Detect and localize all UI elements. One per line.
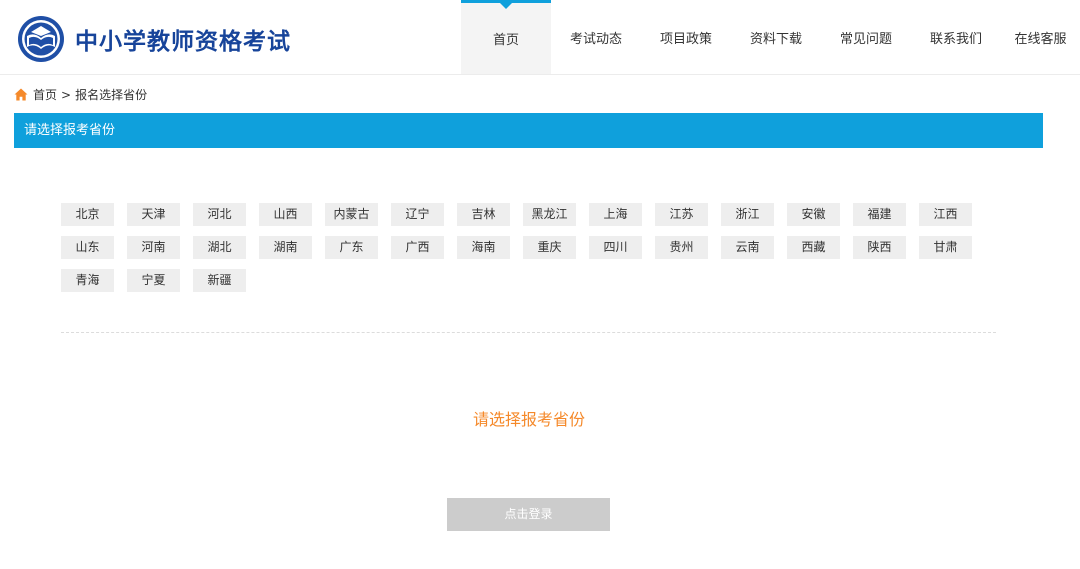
section-title-bar: 请选择报考省份: [14, 113, 1043, 148]
nav-item-label: 在线客服: [1014, 31, 1067, 47]
nav-item-label: 项目政策: [659, 31, 712, 47]
logo[interactable]: 中小学教师资格考试: [17, 15, 291, 63]
province-option[interactable]: 云南: [721, 236, 774, 259]
nav-item-label: 联系我们: [929, 31, 982, 47]
site-header: 中小学教师资格考试 首页 考试动态 项目政策 资料下载 常见问题 联系我们 在线…: [0, 0, 1080, 75]
province-option[interactable]: 陕西: [853, 236, 906, 259]
nav-item-label: 资料下载: [749, 31, 802, 47]
province-list: 北京 天津 河北 山西 内蒙古 辽宁 吉林 黑龙江 上海 江苏 浙江 安徽 福建 江西山东 河南 湖北 湖南 广东…: [61, 203, 991, 302]
province-option[interactable]: 青海: [61, 269, 114, 292]
dashed-divider: [61, 332, 996, 333]
nav-item-policy[interactable]: 项目政策: [641, 0, 731, 74]
province-option[interactable]: 天津: [127, 203, 180, 226]
exam-seal-logo-icon: [18, 16, 64, 62]
province-option[interactable]: 甘肃: [919, 236, 972, 259]
login-button[interactable]: 点击登录: [447, 498, 610, 531]
nav-item-label: 考试动态: [569, 31, 622, 47]
province-option[interactable]: 福建: [853, 203, 906, 226]
province-option[interactable]: 吉林: [457, 203, 510, 226]
province-option[interactable]: 新疆: [193, 269, 246, 292]
home-icon: [14, 88, 28, 101]
province-option[interactable]: 宁夏: [127, 269, 180, 292]
nav-item-home[interactable]: 首页: [461, 0, 551, 74]
nav-item-label: 首页: [492, 33, 519, 48]
province-option[interactable]: 海南: [457, 236, 510, 259]
province-option[interactable]: 上海: [589, 203, 642, 226]
breadcrumb-separator: >: [61, 87, 72, 102]
nav-item-label: 常见问题: [839, 31, 892, 47]
province-option[interactable]: 西藏: [787, 236, 840, 259]
province-option[interactable]: 黑龙江: [523, 203, 576, 226]
province-option[interactable]: 河南: [127, 236, 180, 259]
province-option[interactable]: 重庆: [523, 236, 576, 259]
province-option[interactable]: 湖北: [193, 236, 246, 259]
province-option[interactable]: 江苏: [655, 203, 708, 226]
nav-item-online-service[interactable]: 在线客服: [1001, 0, 1080, 74]
province-option[interactable]: 安徽: [787, 203, 840, 226]
province-option[interactable]: 浙江: [721, 203, 774, 226]
nav-item-exam-news[interactable]: 考试动态: [551, 0, 641, 74]
province-option[interactable]: 河北: [193, 203, 246, 226]
breadcrumb-home-link[interactable]: 首页: [33, 86, 57, 103]
nav-item-faq[interactable]: 常见问题: [821, 0, 911, 74]
nav-item-downloads[interactable]: 资料下载: [731, 0, 821, 74]
breadcrumb-current: 报名选择省份: [75, 88, 148, 102]
province-option[interactable]: 四川: [589, 236, 642, 259]
main-nav: 首页 考试动态 项目政策 资料下载 常见问题 联系我们 在线客服: [461, 0, 1080, 74]
nav-item-contact[interactable]: 联系我们: [911, 0, 1001, 74]
province-option[interactable]: 贵州: [655, 236, 708, 259]
province-option[interactable]: 内蒙古: [325, 203, 378, 226]
province-option[interactable]: 山西: [259, 203, 312, 226]
province-option[interactable]: 广东: [325, 236, 378, 259]
province-option[interactable]: 北京: [61, 203, 114, 226]
province-option[interactable]: 江西: [919, 203, 972, 226]
province-option[interactable]: 湖南: [259, 236, 312, 259]
select-province-prompt: 请选择报考省份: [472, 410, 585, 429]
active-caret-icon: [500, 3, 512, 9]
province-option[interactable]: 广西: [391, 236, 444, 259]
province-option[interactable]: 山东: [61, 236, 114, 259]
site-title: 中小学教师资格考试: [75, 29, 291, 55]
province-option[interactable]: 辽宁: [391, 203, 444, 226]
breadcrumb: 首页 > 报名选择省份: [14, 86, 147, 103]
